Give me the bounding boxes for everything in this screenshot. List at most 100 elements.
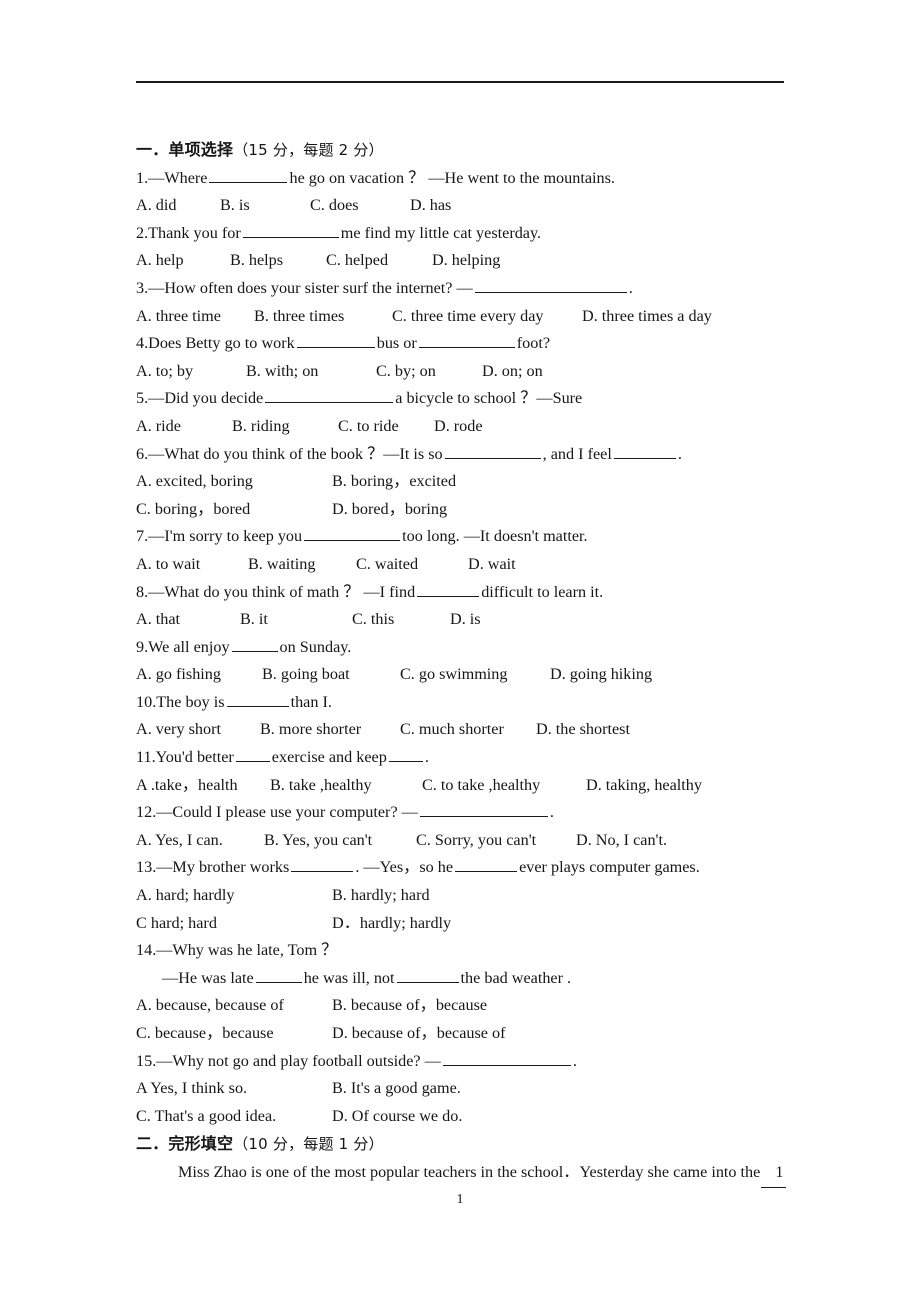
option-d[interactable]: D. because of，because of bbox=[332, 1020, 506, 1048]
answer-blank[interactable] bbox=[613, 442, 676, 459]
answer-blank[interactable] bbox=[419, 801, 548, 818]
question-15-options-row-1: A Yes, I think so. B. It's a good game. bbox=[136, 1075, 836, 1103]
question-14-stem-before: 14.—Why was he late, Tom ？ bbox=[136, 941, 338, 960]
option-d[interactable]: D. the shortest bbox=[536, 716, 630, 744]
question-14-options-row-2: C. because，because D. because of，because … bbox=[136, 1020, 836, 1048]
question-13-stem-before: 13.—My brother works bbox=[136, 858, 290, 877]
option-b[interactable]: B. more shorter bbox=[260, 716, 400, 744]
option-c[interactable]: C. helped bbox=[326, 247, 432, 275]
option-b[interactable]: B. It's a good game. bbox=[332, 1075, 461, 1103]
option-a[interactable]: A. Yes, I can. bbox=[136, 827, 264, 855]
option-c[interactable]: C. boring，bored bbox=[136, 496, 332, 524]
question-7-stem-after: too long. —It doesn't matter. bbox=[402, 527, 588, 546]
option-b[interactable]: B. because of，because bbox=[332, 992, 487, 1020]
answer-blank[interactable] bbox=[265, 387, 394, 404]
option-a[interactable]: A Yes, I think so. bbox=[136, 1075, 332, 1103]
option-d[interactable]: D. Of course we do. bbox=[332, 1103, 462, 1131]
option-c[interactable]: C. That's a good idea. bbox=[136, 1103, 332, 1131]
section-2-title: 完形填空 bbox=[168, 1134, 234, 1154]
section-1-marks: （15 分，每题 2 分） bbox=[233, 141, 384, 159]
answer-blank[interactable] bbox=[209, 166, 288, 183]
option-a[interactable]: A. three time bbox=[136, 303, 254, 331]
option-a[interactable]: A. to; by bbox=[136, 358, 246, 386]
question-6-stem-mid: , and I feel bbox=[542, 444, 612, 463]
question-13-stem-after: ever plays computer games. bbox=[519, 858, 700, 877]
question-9-stem-after: on Sunday. bbox=[279, 637, 352, 656]
option-c[interactable]: C hard; hard bbox=[136, 910, 332, 938]
question-stem: 15.—Why not go and play football outside… bbox=[136, 1048, 836, 1076]
option-c[interactable]: C. this bbox=[352, 606, 450, 634]
option-b[interactable]: B. take ,healthy bbox=[270, 772, 422, 800]
answer-blank[interactable] bbox=[255, 966, 302, 983]
answer-blank[interactable] bbox=[388, 746, 423, 763]
option-a[interactable]: A. because, because of bbox=[136, 992, 332, 1020]
option-b[interactable]: B. waiting bbox=[248, 551, 356, 579]
answer-blank[interactable] bbox=[226, 691, 289, 707]
answer-blank[interactable] bbox=[474, 277, 627, 293]
answer-blank[interactable] bbox=[417, 580, 480, 597]
option-d[interactable]: D. rode bbox=[434, 413, 483, 441]
answer-blank[interactable] bbox=[291, 856, 354, 873]
answer-blank[interactable] bbox=[296, 332, 375, 349]
option-d[interactable]: D. wait bbox=[468, 551, 516, 579]
option-d[interactable]: D. is bbox=[450, 606, 481, 634]
option-a[interactable]: A. ride bbox=[136, 413, 232, 441]
option-c[interactable]: C. go swimming bbox=[400, 661, 550, 689]
option-d[interactable]: D．hardly; hardly bbox=[332, 910, 451, 938]
option-b[interactable]: B. three times bbox=[254, 303, 392, 331]
option-d[interactable]: D. bored，boring bbox=[332, 496, 447, 524]
option-c[interactable]: C. Sorry, you can't bbox=[416, 827, 576, 855]
option-a[interactable]: A. very short bbox=[136, 716, 260, 744]
question-15-stem-before: 15.—Why not go and play football outside… bbox=[136, 1051, 441, 1070]
question-stem: 3.—How often does your sister surf the i… bbox=[136, 275, 836, 303]
option-a[interactable]: A. hard; hardly bbox=[136, 882, 332, 910]
option-b[interactable]: B. helps bbox=[230, 247, 326, 275]
question-6-stem-after: . bbox=[677, 444, 682, 463]
answer-blank[interactable] bbox=[455, 856, 518, 873]
question-8-stem-before: 8.—What do you think of math ？ —I find bbox=[136, 582, 416, 601]
option-d[interactable]: D. taking, healthy bbox=[586, 772, 702, 800]
answer-blank[interactable] bbox=[444, 442, 541, 459]
answer-blank[interactable] bbox=[235, 746, 270, 763]
answer-blank[interactable] bbox=[242, 221, 339, 238]
option-c[interactable]: C. to take ,healthy bbox=[422, 772, 586, 800]
option-d[interactable]: D. three times a day bbox=[582, 303, 712, 331]
option-b[interactable]: B. Yes, you can't bbox=[264, 827, 416, 855]
option-c[interactable]: C. much shorter bbox=[400, 716, 536, 744]
answer-blank[interactable] bbox=[442, 1049, 571, 1066]
option-d[interactable]: D. No, I can't. bbox=[576, 827, 667, 855]
option-b[interactable]: B. with; on bbox=[246, 358, 376, 386]
section-2-heading: 二．完形填空（10 分，每题 1 分） bbox=[136, 1130, 836, 1159]
answer-blank[interactable] bbox=[304, 525, 401, 542]
option-c[interactable]: C. because，because bbox=[136, 1020, 332, 1048]
option-a[interactable]: A. go fishing bbox=[136, 661, 262, 689]
answer-blank[interactable] bbox=[231, 635, 278, 652]
section-1-title: 单项选择 bbox=[168, 140, 234, 159]
option-c[interactable]: C. waited bbox=[356, 551, 468, 579]
option-b[interactable]: B. boring，excited bbox=[332, 468, 456, 496]
cloze-blank-1[interactable]: 1 bbox=[761, 1159, 787, 1188]
answer-blank[interactable] bbox=[418, 332, 515, 349]
option-b[interactable]: B. it bbox=[240, 606, 352, 634]
option-c[interactable]: C. by; on bbox=[376, 358, 482, 386]
answer-blank[interactable] bbox=[396, 966, 459, 983]
option-d[interactable]: D. has bbox=[410, 192, 451, 220]
option-b[interactable]: B. going boat bbox=[262, 661, 400, 689]
question-9-stem-before: 9.We all enjoy bbox=[136, 637, 230, 656]
option-b[interactable]: B. hardly; hard bbox=[332, 882, 430, 910]
option-a[interactable]: A. excited, boring bbox=[136, 468, 332, 496]
option-a[interactable]: A. to wait bbox=[136, 551, 248, 579]
option-c[interactable]: C. three time every day bbox=[392, 303, 582, 331]
option-a[interactable]: A. help bbox=[136, 247, 230, 275]
option-d[interactable]: D. on; on bbox=[482, 358, 543, 386]
option-b[interactable]: B. riding bbox=[232, 413, 338, 441]
option-d[interactable]: D. helping bbox=[432, 247, 500, 275]
option-c[interactable]: C. does bbox=[310, 192, 410, 220]
option-a[interactable]: A. did bbox=[136, 192, 220, 220]
question-15-stem-after: . bbox=[572, 1051, 577, 1070]
option-c[interactable]: C. to ride bbox=[338, 413, 434, 441]
option-b[interactable]: B. is bbox=[220, 192, 310, 220]
option-a[interactable]: A .take，health bbox=[136, 772, 270, 800]
option-a[interactable]: A. that bbox=[136, 606, 240, 634]
option-d[interactable]: D. going hiking bbox=[550, 661, 652, 689]
